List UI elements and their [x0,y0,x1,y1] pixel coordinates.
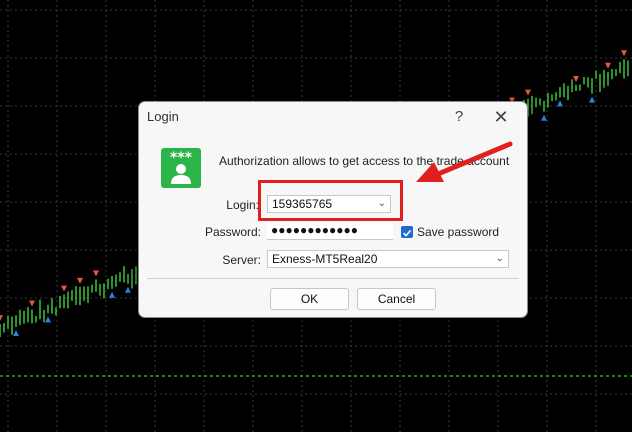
sell-arrow-marker [0,315,3,322]
sell-arrow-marker [61,285,67,292]
dialog-title: Login [147,109,179,124]
save-password-checkbox[interactable] [401,226,413,238]
red-arrow-icon [416,141,513,182]
password-value: ●●●●●●●●●●●● [271,223,358,237]
ok-button[interactable]: OK [270,288,349,310]
sell-arrow-marker [77,277,83,284]
sell-arrow-marker [605,62,611,69]
sell-arrow-marker [621,50,627,57]
buy-arrow-marker [125,286,131,293]
buy-arrow-marker [541,114,547,121]
login-highlight-box [258,180,403,221]
user-account-icon: *** [161,148,201,188]
login-label: Login: [226,198,259,212]
checkmark-icon [402,229,412,237]
password-label: Password: [204,225,261,239]
sell-arrow-marker [29,300,35,307]
sell-arrow-marker [573,75,579,82]
buy-arrow-marker [109,291,115,298]
help-icon[interactable]: ? [441,102,477,132]
server-label: Server: [222,253,261,267]
server-value: Exness-MT5Real20 [272,252,378,266]
sell-arrow-marker [93,270,99,277]
save-password-label[interactable]: Save password [417,225,499,239]
cancel-button[interactable]: Cancel [357,288,436,310]
separator [147,278,519,279]
sell-arrow-marker [525,89,531,96]
server-combobox[interactable]: Exness-MT5Real20 ⌄ [267,250,509,268]
chevron-down-icon[interactable]: ⌄ [496,251,504,267]
buy-arrow-marker [13,330,19,337]
buy-arrow-marker [45,316,51,323]
svg-text:***: *** [170,150,193,166]
title-bar[interactable]: Login ? ✕ [139,102,527,132]
password-field[interactable]: ●●●●●●●●●●●● [267,222,393,240]
buy-arrow-marker [589,96,595,103]
close-icon[interactable]: ✕ [483,102,519,132]
buy-arrow-marker [557,100,563,107]
